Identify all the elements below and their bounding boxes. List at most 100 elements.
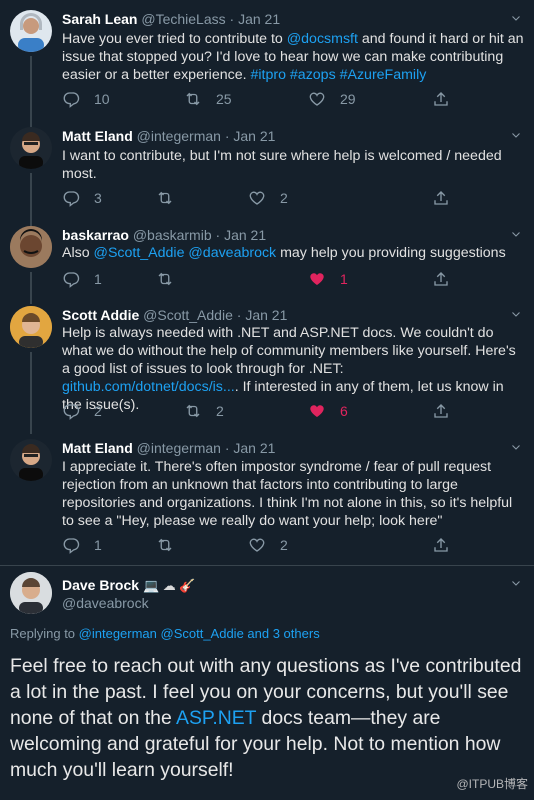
reply-count: 3	[94, 190, 102, 206]
retweet-button[interactable]	[156, 536, 188, 554]
chevron-down-icon[interactable]	[510, 441, 522, 453]
author-name[interactable]: Dave Brock	[62, 577, 139, 593]
tweet-date[interactable]: · Jan 21	[225, 128, 276, 144]
reply-count: 1	[94, 271, 102, 287]
reply-icon	[62, 402, 80, 420]
chevron-down-icon[interactable]	[510, 577, 522, 589]
replying-to-link[interactable]: @integerman @Scott_Addie and 3 others	[79, 626, 320, 641]
author-handle[interactable]: @baskarmib	[133, 227, 212, 243]
author-name[interactable]: Matt Eland	[62, 440, 133, 456]
author-handle[interactable]: @integerman	[137, 440, 221, 456]
author-handle[interactable]: @daveabrock	[62, 595, 149, 611]
author-name[interactable]: Scott Addie	[62, 307, 139, 323]
tweet-header: Sarah Lean @TechieLass · Jan 21	[62, 11, 280, 27]
name-emojis: 💻 ☁ 🎸	[142, 578, 196, 593]
author-name[interactable]: Matt Eland	[62, 128, 133, 144]
tweet-3[interactable]: baskarrao @baskarmib · Jan 21 Also @Scot…	[0, 226, 534, 304]
share-icon	[432, 536, 450, 554]
tweet-body: I want to contribute, but I'm not sure w…	[62, 148, 502, 182]
author-handle[interactable]: @Scott_Addie	[143, 307, 233, 323]
like-button[interactable]: 2	[248, 189, 288, 207]
like-button[interactable]: 1	[308, 270, 348, 288]
reply-button[interactable]: 2	[62, 402, 102, 420]
hashtag-links[interactable]: #itpro #azops #AzureFamily	[250, 67, 426, 83]
tweet-body: Have you ever tried to contribute to @do…	[62, 31, 524, 83]
tweet-date[interactable]: · Jan 21	[237, 307, 288, 323]
retweet-icon	[184, 402, 202, 420]
author-name[interactable]: baskarrao	[62, 227, 129, 243]
tweet-body: I appreciate it. There's often impostor …	[62, 459, 513, 529]
avatar[interactable]	[10, 127, 52, 169]
main-tweet-body: Feel free to reach out with any question…	[10, 655, 522, 781]
aspnet-link[interactable]: ASP.NET	[176, 707, 256, 729]
tweet-header: Dave Brock 💻 ☁ 🎸	[62, 577, 196, 594]
retweet-button[interactable]	[156, 270, 188, 288]
reply-button[interactable]: 1	[62, 536, 102, 554]
avatar[interactable]	[10, 439, 52, 481]
tweet-4[interactable]: Scott Addie @Scott_Addie · Jan 21 Help i…	[0, 306, 534, 434]
tweet-5[interactable]: Matt Eland @integerman · Jan 21 I apprec…	[0, 439, 534, 559]
chevron-down-icon[interactable]	[510, 228, 522, 240]
retweet-button[interactable]	[156, 189, 188, 207]
thread-line	[30, 272, 32, 304]
like-count: 2	[280, 537, 288, 553]
like-count: 1	[340, 271, 348, 287]
share-button[interactable]	[432, 189, 450, 207]
like-count: 6	[340, 403, 348, 419]
author-handle[interactable]: @integerman	[137, 128, 221, 144]
like-icon	[308, 90, 326, 108]
like-icon	[248, 189, 266, 207]
share-button[interactable]	[432, 536, 450, 554]
mention-link[interactable]: @Scott_Addie @daveabrock	[94, 245, 277, 261]
chevron-down-icon[interactable]	[510, 12, 522, 24]
like-button[interactable]: 29	[308, 90, 356, 108]
like-button[interactable]: 6	[308, 402, 348, 420]
tweet-body: Help is always needed with .NET and ASP.…	[62, 325, 516, 413]
share-button[interactable]	[432, 402, 450, 420]
tweet-actions: 10 25 29	[62, 90, 462, 110]
share-icon	[432, 189, 450, 207]
tweet-date[interactable]: · Jan 21	[216, 227, 267, 243]
thread-line	[30, 56, 32, 132]
author-handle[interactable]: @TechieLass	[141, 11, 225, 27]
watermark: @ITPUB博客	[456, 777, 528, 791]
tweet-header: Matt Eland @integerman · Jan 21	[62, 440, 275, 456]
retweet-button[interactable]: 25	[184, 90, 232, 108]
tweet-2[interactable]: Matt Eland @integerman · Jan 21 I want t…	[0, 127, 534, 227]
retweet-icon	[156, 270, 174, 288]
reply-icon	[62, 536, 80, 554]
tweet-actions: 1 1	[62, 270, 462, 290]
reply-button[interactable]: 3	[62, 189, 102, 207]
avatar[interactable]	[10, 10, 52, 52]
share-button[interactable]	[432, 90, 450, 108]
avatar[interactable]	[10, 226, 52, 268]
like-button[interactable]: 2	[248, 536, 288, 554]
chevron-down-icon[interactable]	[510, 308, 522, 320]
github-link[interactable]: github.com/dotnet/docs/is...	[62, 379, 235, 395]
reply-icon	[62, 189, 80, 207]
share-button[interactable]	[432, 270, 450, 288]
thread-line	[30, 173, 32, 227]
tweet-date[interactable]: · Jan 21	[225, 440, 276, 456]
retweet-icon	[184, 90, 202, 108]
avatar[interactable]	[10, 572, 52, 614]
avatar[interactable]	[10, 306, 52, 348]
reply-count: 2	[94, 403, 102, 419]
reply-button[interactable]: 1	[62, 270, 102, 288]
author-name[interactable]: Sarah Lean	[62, 11, 137, 27]
chevron-down-icon[interactable]	[510, 129, 522, 141]
retweet-count: 25	[216, 91, 232, 107]
replying-to: Replying to @integerman @Scott_Addie and…	[10, 626, 320, 641]
tweet-date[interactable]: · Jan 21	[230, 11, 281, 27]
like-count: 2	[280, 190, 288, 206]
tweet-actions: 2 2 6	[62, 402, 462, 422]
tweet-header: Matt Eland @integerman · Jan 21	[62, 128, 275, 144]
share-icon	[432, 90, 450, 108]
mention-link[interactable]: @docsmsft	[287, 31, 358, 47]
reply-button[interactable]: 10	[62, 90, 110, 108]
like-count: 29	[340, 91, 356, 107]
tweet-actions: 3 2	[62, 189, 462, 209]
retweet-button[interactable]: 2	[184, 402, 224, 420]
divider	[0, 565, 534, 566]
tweet-1[interactable]: Sarah Lean @TechieLass · Jan 21 Have you…	[0, 10, 534, 132]
